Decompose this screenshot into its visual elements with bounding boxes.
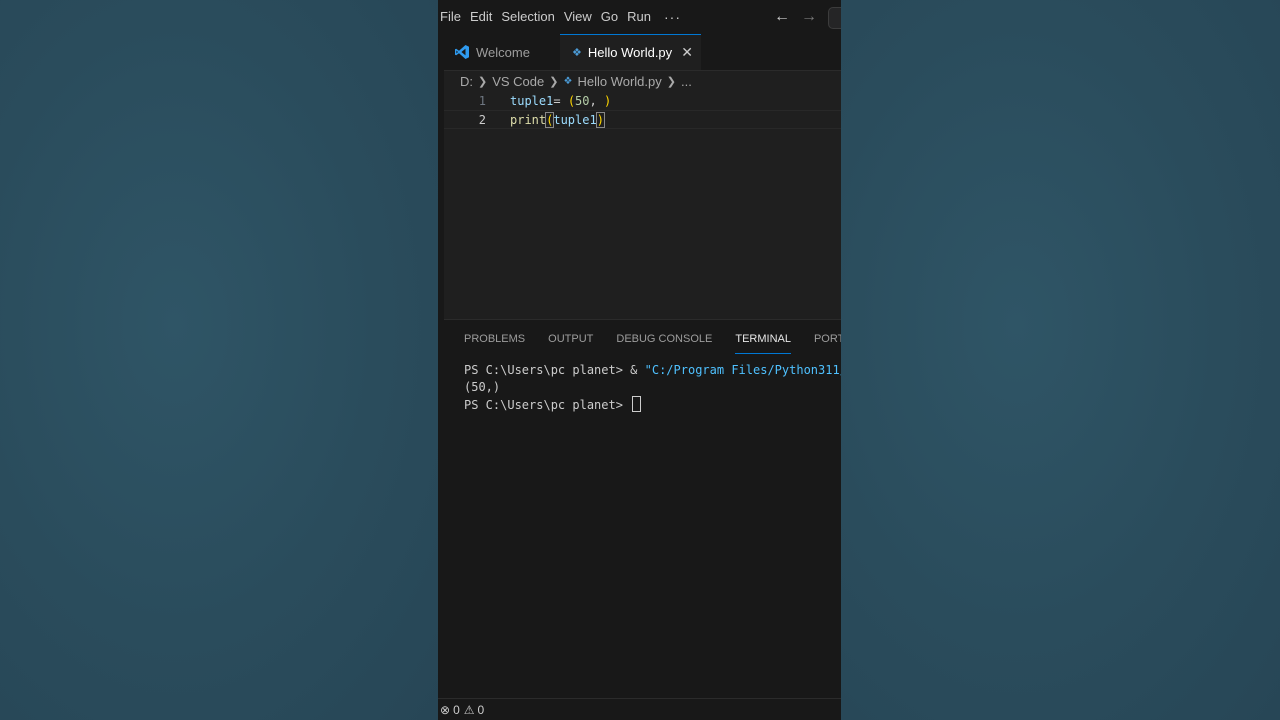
warning-count: 0 <box>477 703 485 717</box>
breadcrumb-folder[interactable]: VS Code <box>492 74 544 89</box>
vscode-window: File Edit Selection View Go Run ··· ← → … <box>438 0 841 720</box>
error-icon: ⊗ <box>440 703 451 717</box>
menu-run[interactable]: Run <box>625 0 658 34</box>
tab-debug-console[interactable]: DEBUG CONSOLE <box>616 330 712 354</box>
chevron-right-icon: ❯ <box>478 75 488 88</box>
forward-arrow-icon[interactable]: → <box>801 8 817 26</box>
tab-hello-world[interactable]: ❖ Hello World.py ✕ <box>560 34 701 70</box>
error-count: 0 <box>453 703 460 717</box>
tab-welcome[interactable]: Welcome <box>438 34 560 70</box>
line-number: 2 <box>478 113 486 127</box>
status-bar: ⊗ 0 ⚠ 0 <box>438 698 841 720</box>
terminal-line: PS C:\Users\pc planet> & "C:/Program Fil… <box>464 362 841 379</box>
terminal-output[interactable]: PS C:\Users\pc planet> & "C:/Program Fil… <box>464 362 841 414</box>
python-file-icon: ❖ <box>563 75 573 87</box>
status-warnings[interactable]: ⚠ 0 <box>464 703 484 717</box>
menu-more-icon[interactable]: ··· <box>664 9 681 25</box>
tab-welcome-label: Welcome <box>476 44 530 60</box>
code-text: tuple1= (50, ) <box>510 94 612 108</box>
menu-file[interactable]: File <box>438 0 468 34</box>
code-editor[interactable]: 1 tuple1= (50, ) 2 print(tuple1) <box>444 92 841 319</box>
menu-view[interactable]: View <box>562 0 599 34</box>
breadcrumb-more[interactable]: ... <box>681 74 692 89</box>
python-file-icon: ❖ <box>572 47 582 59</box>
menubar: File Edit Selection View Go Run ··· ← → <box>438 0 841 34</box>
menu-selection[interactable]: Selection <box>499 0 561 34</box>
status-errors[interactable]: ⊗ 0 <box>440 703 460 717</box>
breadcrumb-file[interactable]: Hello World.py <box>577 74 661 89</box>
tab-ports[interactable]: PORTS <box>814 330 841 354</box>
code-line-current: 2 print(tuple1) <box>444 110 841 129</box>
code-line: 1 tuple1= (50, ) <box>444 92 841 111</box>
vscode-logo-icon <box>455 45 469 59</box>
tab-terminal[interactable]: TERMINAL <box>735 330 791 354</box>
bottom-panel: PROBLEMS OUTPUT DEBUG CONSOLE TERMINAL P… <box>444 319 841 699</box>
command-center[interactable] <box>828 7 841 29</box>
nav-arrows: ← → <box>774 0 817 34</box>
close-icon[interactable]: ✕ <box>681 44 693 61</box>
tab-hello-world-label: Hello World.py <box>587 45 673 60</box>
warning-icon: ⚠ <box>463 703 475 717</box>
breadcrumb-drive[interactable]: D: <box>460 74 473 89</box>
chevron-right-icon: ❯ <box>666 75 676 88</box>
background-left <box>0 0 438 720</box>
terminal-command-path: "C:/Program Files/Python311/pyt <box>644 363 841 377</box>
background-right <box>841 0 1280 720</box>
terminal-line: PS C:\Users\pc planet> <box>464 396 841 414</box>
back-arrow-icon[interactable]: ← <box>774 8 790 26</box>
tab-bar: Welcome ❖ Hello World.py ✕ <box>438 34 841 71</box>
code-text: print(tuple1) <box>510 112 605 128</box>
panel-tabs: PROBLEMS OUTPUT DEBUG CONSOLE TERMINAL P… <box>464 330 841 354</box>
terminal-cursor <box>632 396 642 412</box>
terminal-prompt: PS C:\Users\pc planet> & <box>464 363 645 377</box>
line-number: 1 <box>478 94 486 108</box>
breadcrumb: D: ❯ VS Code ❯ ❖ Hello World.py ❯ ... <box>438 70 841 92</box>
chevron-right-icon: ❯ <box>549 75 559 88</box>
menu-edit[interactable]: Edit <box>468 0 499 34</box>
menu-go[interactable]: Go <box>599 0 625 34</box>
tab-output[interactable]: OUTPUT <box>548 330 593 354</box>
terminal-prompt: PS C:\Users\pc planet> <box>464 398 631 412</box>
tab-problems[interactable]: PROBLEMS <box>464 330 525 354</box>
terminal-line: (50,) <box>464 380 501 394</box>
